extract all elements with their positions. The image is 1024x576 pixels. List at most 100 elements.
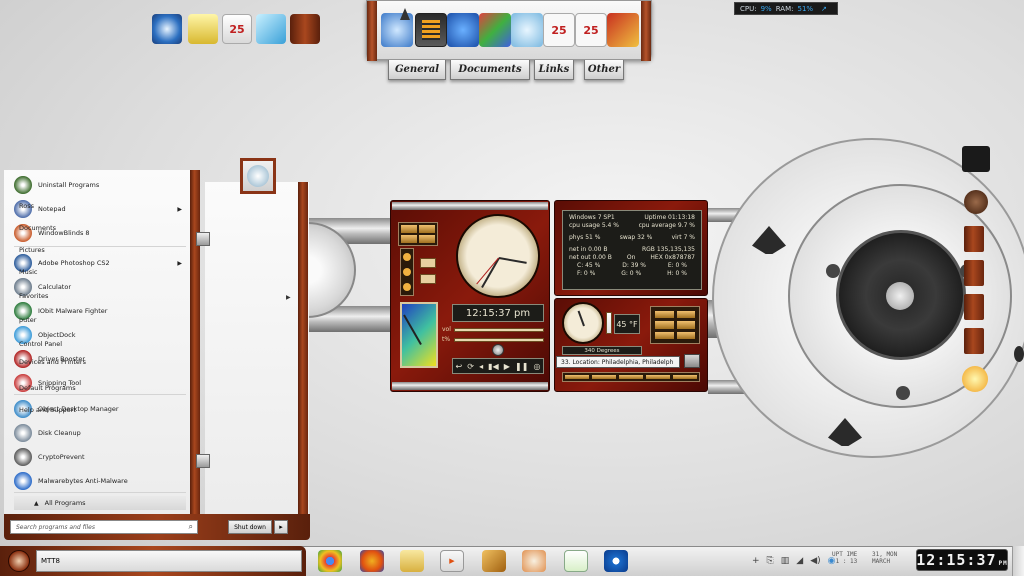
dock-wood-right [641,1,651,61]
tray-volume-icon[interactable]: ◀) [810,556,820,566]
stop-icon[interactable]: ◎ [533,362,540,371]
tab-documents[interactable]: Documents [450,60,530,80]
start-menu-item[interactable]: CryptoPrevent [14,446,186,468]
ie-icon[interactable] [604,550,628,572]
mini-button-grid[interactable] [398,222,438,246]
clock-time: 12:15:37 [916,551,997,569]
places-item[interactable]: puter [19,316,97,324]
weather-sun-icon[interactable] [962,366,988,392]
network-globe-icon[interactable] [964,190,988,214]
tray-date: 31, MON MARCH [872,551,898,565]
volume-slider[interactable] [454,328,544,332]
weather-button-grid[interactable] [650,306,700,344]
swap-mem: swap 32 % [619,234,653,241]
cursor-icon[interactable] [447,13,479,47]
address-book-icon[interactable] [607,13,639,47]
start-menu-item-label: Disk Cleanup [38,429,81,437]
rewind-icon[interactable]: ▮◀ [488,362,499,371]
show-desktop-button[interactable] [1012,546,1024,576]
shutdown-button[interactable]: Shut down [228,520,272,534]
places-item[interactable]: Control Panel [19,340,97,348]
start-menu-item-label: IObit Malware Fighter [38,307,108,315]
start-label-box[interactable]: MTT8 [36,550,302,572]
start-menu-item-label: Calculator [38,283,72,291]
folder-book-icon[interactable] [964,226,984,252]
system-info-lcd: Windows 7 SP1 Uptime 01:13:18 cpu usage 5… [562,210,702,290]
places-item[interactable]: Ross [19,202,97,210]
places-item[interactable]: Devices and Printers [19,358,97,366]
user-avatar[interactable] [240,158,276,194]
notepad-pen-icon[interactable] [564,550,588,572]
power-knob-icon[interactable] [492,344,504,356]
ram-value: 51% [797,4,814,13]
start-menu-item[interactable]: Malwarebytes Anti-Malware [14,470,186,492]
places-item[interactable]: Documents [19,224,97,232]
repeat-icon[interactable]: ↩ [456,362,463,371]
start-menu-item[interactable]: Disk Cleanup [14,422,186,444]
pictures-book-icon[interactable] [964,294,984,320]
shuffle-icon[interactable]: ⟳ [467,362,474,371]
places-item[interactable]: Pictures [19,246,97,254]
play-icon[interactable]: ▶ [504,362,510,371]
prev-icon[interactable]: ◂ [479,362,483,371]
computer-icon[interactable] [962,146,990,172]
shutdown-options-button[interactable]: ▸ [274,520,288,534]
notes-icon[interactable] [482,550,506,572]
drive-d: D: 39 % [622,262,646,269]
tab-general[interactable]: General [388,60,446,80]
places-item[interactable]: Help and Support [19,406,97,414]
uptime: Uptime 01:13:18 [644,214,695,221]
calendar-icon[interactable]: 25 [222,14,252,44]
paint-palette-icon[interactable] [479,13,511,47]
cpu-ram-monitor: CPU: 9% RAM: 51% ↗ [734,2,838,15]
tray-usb-icon[interactable]: ⎘ [767,556,774,566]
forecast-strip [562,372,700,382]
pause-icon[interactable]: ❚❚ [515,362,528,371]
paint-icon[interactable] [522,550,546,572]
tray-signal-icon[interactable]: ◢ [796,556,803,566]
switch-1[interactable] [420,258,436,268]
search-input[interactable]: Search programs and files ⌕ [10,520,198,534]
water-drop-icon[interactable] [511,13,543,47]
location-field[interactable]: 33. Location: Philadelphia, Philadelph [556,356,680,368]
start-menu-item[interactable]: Uninstall Programs [14,174,186,196]
reel-center-cap [886,282,914,310]
calendar-25-icon[interactable]: 25 [543,13,575,47]
documents-book-icon[interactable] [964,260,984,286]
calendar-25-alt-icon[interactable]: 25 [575,13,607,47]
taskbar-clock[interactable]: 12:15:37 PM [916,549,1008,571]
wind-degrees: 340 Degrees [562,346,642,355]
places-item[interactable]: Music [19,268,97,276]
book-icon[interactable] [290,14,320,44]
music-book-icon[interactable] [964,328,984,354]
drive-e: E: 0 % [667,262,687,269]
tab-other[interactable]: Other [584,60,624,80]
firefox-icon[interactable] [360,550,384,572]
paint-brushes-icon[interactable] [188,14,218,44]
media-controls: ↩ ⟳ ◂ ▮◀ ▶ ❚❚ ◎ [452,358,544,374]
start-orb-icon[interactable] [8,550,30,572]
tab-links[interactable]: Links [534,60,574,80]
all-programs-arrow-icon: ▲ [34,499,39,507]
all-programs-button[interactable]: ▲ All Programs [14,496,186,510]
tray-expand-icon[interactable]: + [752,556,760,566]
expand-arrow-icon[interactable]: ↗ [821,5,827,13]
submenu-arrow-icon: ▶ [177,259,182,267]
switch-2[interactable] [420,274,436,284]
tray-network-icon[interactable]: ▥ [781,556,790,566]
media-player-icon[interactable]: ▶ [440,550,464,572]
places-item[interactable]: Default Programs [19,384,97,392]
chrome-icon[interactable] [318,550,342,572]
hinge-top [196,232,210,246]
location-settings-button[interactable] [684,354,700,368]
file-explorer-icon[interactable] [400,550,424,572]
equalizer-icon[interactable] [415,13,447,47]
start-menu-item-label: Uninstall Programs [38,181,100,189]
track-slider[interactable] [454,338,544,342]
uninstaller-icon [14,176,32,194]
google-earth-icon[interactable] [152,14,182,44]
feather-quill-icon[interactable] [256,14,286,44]
net-in: net in 0.00 B [569,246,608,253]
net-out: net out 0.00 B [569,254,612,261]
places-item[interactable]: Favorites [19,292,97,300]
